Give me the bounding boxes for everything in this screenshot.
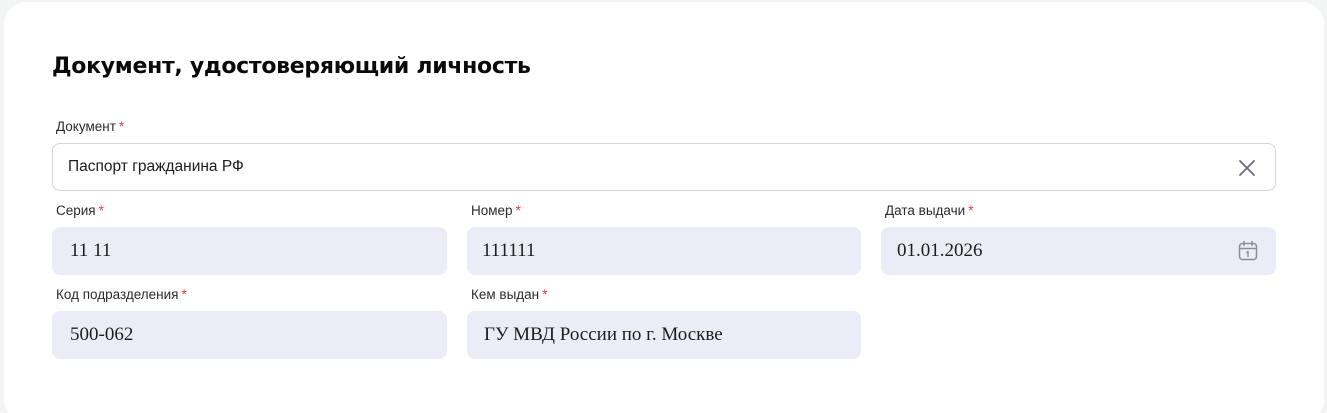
division-code-field[interactable]: 500-062 xyxy=(52,311,447,359)
close-icon[interactable] xyxy=(1237,158,1257,178)
number-label: Номер * xyxy=(471,203,521,218)
division-code-value: 500-062 xyxy=(70,324,134,345)
calendar-icon[interactable] xyxy=(1238,240,1258,262)
required-mark: * xyxy=(181,287,187,302)
series-value: 11 11 xyxy=(70,240,112,261)
number-value: 111111 xyxy=(482,240,536,261)
issue-date-label: Дата выдачи * xyxy=(885,203,973,218)
division-code-label-text: Код подразделения xyxy=(56,287,179,302)
issued-by-label: Кем выдан * xyxy=(471,287,547,302)
required-mark: * xyxy=(118,119,125,134)
required-mark: * xyxy=(515,203,521,218)
number-field[interactable]: 111111 xyxy=(467,227,861,275)
required-mark: * xyxy=(968,203,974,218)
document-select-value: Паспорт гражданина РФ xyxy=(68,158,244,175)
number-label-text: Номер xyxy=(471,203,513,218)
series-label-text: Серия xyxy=(56,203,96,218)
issued-by-field[interactable]: ГУ МВД России по г. Москве xyxy=(467,311,861,359)
series-field[interactable]: 11 11 xyxy=(52,227,447,275)
issue-date-label-text: Дата выдачи xyxy=(885,203,966,218)
issue-date-field[interactable]: 01.01.2026 xyxy=(881,227,1276,275)
section-title: Документ, удостоверяющий личность xyxy=(52,54,531,79)
document-label-text: Документ xyxy=(56,119,116,134)
document-select[interactable]: Паспорт гражданина РФ xyxy=(52,143,1276,191)
issued-by-label-text: Кем выдан xyxy=(471,287,540,302)
required-mark: * xyxy=(98,203,104,218)
document-label: Документ * xyxy=(56,119,124,134)
issue-date-value: 01.01.2026 xyxy=(897,240,983,261)
series-label: Серия * xyxy=(56,203,104,218)
required-mark: * xyxy=(542,287,548,302)
issued-by-value: ГУ МВД России по г. Москве xyxy=(484,324,723,345)
division-code-label: Код подразделения * xyxy=(56,287,187,302)
